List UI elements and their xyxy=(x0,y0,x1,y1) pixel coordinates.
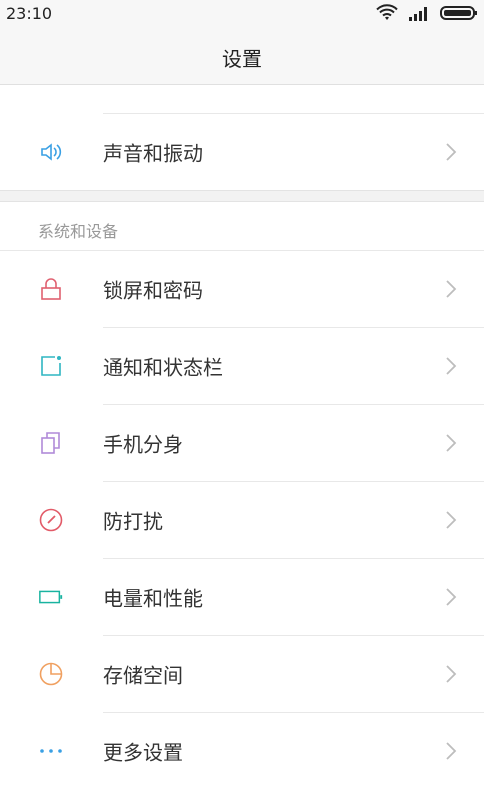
settings-item-dual-space[interactable]: 手机分身 xyxy=(0,405,484,481)
settings-item-label: 更多设置 xyxy=(103,740,183,765)
chevron-right-icon xyxy=(446,511,457,529)
status-bar: 23:10 xyxy=(0,0,484,30)
chevron-right-icon xyxy=(446,280,457,298)
settings-item-label: 防打扰 xyxy=(103,509,163,534)
do-not-disturb-icon xyxy=(38,507,64,533)
storage-pie-icon xyxy=(38,661,64,687)
settings-item-notifications[interactable]: 通知和状态栏 xyxy=(0,328,484,404)
settings-item-storage[interactable]: 存储空间 xyxy=(0,636,484,712)
chevron-right-icon xyxy=(446,434,457,452)
wifi-icon xyxy=(376,4,398,20)
settings-group-system: 锁屏和密码 通知和状态栏 手机分身 防打扰 电量和性能 存储空间 更多设置 xyxy=(0,251,484,789)
settings-item-label: 通知和状态栏 xyxy=(103,355,223,380)
top-spacer xyxy=(0,85,484,113)
section-gap xyxy=(0,190,484,202)
lock-icon xyxy=(38,276,64,302)
status-time: 23:10 xyxy=(6,4,53,23)
more-dots-icon xyxy=(38,738,64,764)
page-title: 设置 xyxy=(222,46,262,71)
chevron-right-icon xyxy=(446,742,457,760)
settings-item-sound[interactable]: 声音和振动 xyxy=(0,114,484,190)
section-title: 系统和设备 xyxy=(38,222,119,241)
dual-space-icon xyxy=(38,430,64,456)
chevron-right-icon xyxy=(446,665,457,683)
settings-item-label: 手机分身 xyxy=(103,432,183,457)
settings-item-label: 电量和性能 xyxy=(103,586,203,611)
chevron-right-icon xyxy=(446,357,457,375)
battery-icon xyxy=(38,584,64,610)
settings-item-battery[interactable]: 电量和性能 xyxy=(0,559,484,635)
settings-group-top: 声音和振动 xyxy=(0,85,484,190)
title-bar: 设置 xyxy=(0,30,484,85)
settings-item-label: 声音和振动 xyxy=(103,141,203,166)
settings-item-do-not-disturb[interactable]: 防打扰 xyxy=(0,482,484,558)
settings-item-label: 锁屏和密码 xyxy=(103,278,203,303)
speaker-icon xyxy=(38,139,64,165)
status-icons xyxy=(376,4,478,22)
signal-icon xyxy=(409,7,427,21)
section-header-system: 系统和设备 xyxy=(0,202,484,251)
settings-item-lock-screen[interactable]: 锁屏和密码 xyxy=(0,251,484,327)
settings-item-more[interactable]: 更多设置 xyxy=(0,713,484,789)
notification-icon xyxy=(38,353,64,379)
settings-item-label: 存储空间 xyxy=(103,663,183,688)
chevron-right-icon xyxy=(446,588,457,606)
battery-status-icon xyxy=(440,6,477,20)
chevron-right-icon xyxy=(446,143,457,161)
